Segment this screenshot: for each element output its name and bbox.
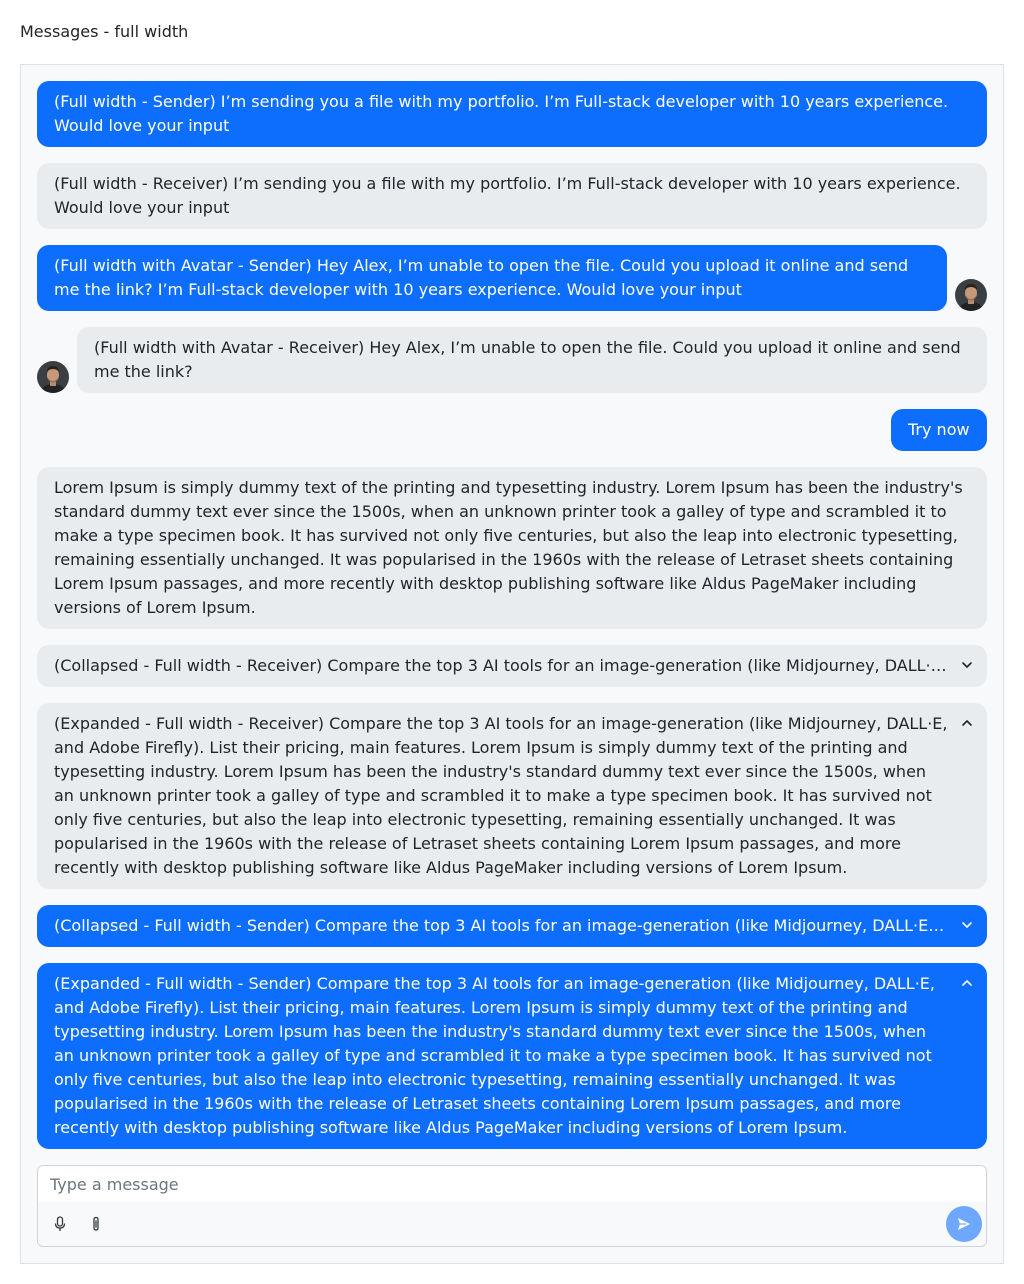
message-bubble-receiver-avatar: (Full width with Avatar - Receiver) Hey … bbox=[77, 327, 987, 393]
collapsible-message-sender[interactable]: (Collapsed - Full width - Sender) Compar… bbox=[37, 905, 987, 947]
message-text: (Expanded - Full width - Receiver) Compa… bbox=[54, 714, 948, 877]
message-text: Lorem Ipsum is simply dummy text of the … bbox=[54, 478, 963, 617]
message-bubble-sender-short: Try now bbox=[891, 409, 987, 451]
collapsible-message-sender-expanded[interactable]: (Expanded - Full width - Sender) Compare… bbox=[37, 963, 987, 1149]
message-text: (Full width - Sender) I’m sending you a … bbox=[54, 92, 949, 135]
messages-panel: (Full width - Sender) I’m sending you a … bbox=[20, 64, 1004, 1264]
avatar-image bbox=[37, 361, 69, 393]
send-icon bbox=[958, 1218, 970, 1230]
message-text: Try now bbox=[908, 420, 970, 439]
message-text: (Full width with Avatar - Sender) Hey Al… bbox=[54, 256, 909, 299]
collapsible-message-receiver[interactable]: (Collapsed - Full width - Receiver) Comp… bbox=[37, 645, 987, 687]
message-text: (Full width - Receiver) I’m sending you … bbox=[54, 174, 961, 217]
page-title: Messages - full width bbox=[20, 22, 189, 41]
message-bubble-sender: (Full width - Sender) I’m sending you a … bbox=[37, 81, 987, 147]
message-input[interactable] bbox=[38, 1166, 986, 1202]
microphone-icon[interactable] bbox=[50, 1214, 70, 1234]
message-bubble-receiver-long: Lorem Ipsum is simply dummy text of the … bbox=[37, 467, 987, 629]
chevron-down-icon[interactable] bbox=[961, 659, 973, 671]
paperclip-icon[interactable] bbox=[86, 1214, 106, 1234]
chevron-down-icon[interactable] bbox=[961, 919, 973, 931]
avatar[interactable] bbox=[955, 279, 987, 311]
message-text: (Collapsed - Full width - Receiver) Comp… bbox=[54, 656, 987, 675]
message-text: (Full width with Avatar - Receiver) Hey … bbox=[94, 338, 961, 381]
message-text: (Expanded - Full width - Sender) Compare… bbox=[54, 974, 935, 1137]
avatar[interactable] bbox=[37, 361, 69, 393]
message-bubble-sender-avatar: (Full width with Avatar - Sender) Hey Al… bbox=[37, 245, 947, 311]
message-composer bbox=[37, 1165, 987, 1247]
avatar-image bbox=[955, 279, 987, 311]
chevron-up-icon[interactable] bbox=[961, 977, 973, 989]
message-text: (Collapsed - Full width - Sender) Compar… bbox=[54, 916, 987, 935]
send-button[interactable] bbox=[946, 1206, 982, 1242]
collapsible-message-receiver-expanded[interactable]: (Expanded - Full width - Receiver) Compa… bbox=[37, 703, 987, 889]
message-bubble-receiver: (Full width - Receiver) I’m sending you … bbox=[37, 163, 987, 229]
chevron-up-icon[interactable] bbox=[961, 717, 973, 729]
